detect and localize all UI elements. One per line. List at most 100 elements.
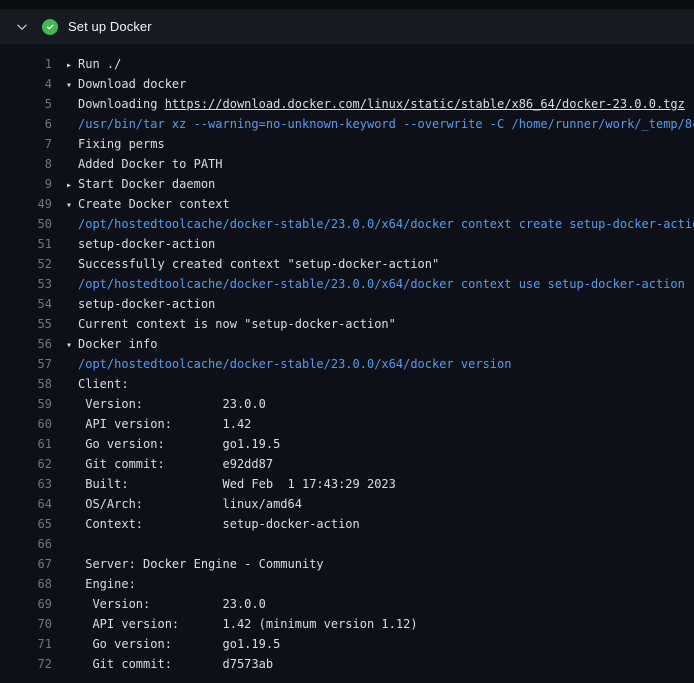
group-collapse-icon[interactable]: ▾ — [66, 336, 78, 354]
line-number[interactable]: 66 — [0, 534, 52, 554]
line-number[interactable]: 4 — [0, 74, 52, 94]
log-text: setup-docker-action — [66, 234, 694, 254]
log-line: 52 Successfully created context "setup-do… — [0, 254, 694, 274]
line-number[interactable]: 8 — [0, 154, 52, 174]
line-number[interactable]: 5 — [0, 94, 52, 114]
line-number[interactable]: 52 — [0, 254, 52, 274]
line-number[interactable]: 55 — [0, 314, 52, 334]
log-line: 55 Current context is now "setup-docker-a… — [0, 314, 694, 334]
log-text — [66, 534, 694, 554]
log-line: 66 — [0, 534, 694, 554]
log-line: 60 API version: 1.42 — [0, 414, 694, 434]
line-number[interactable]: 59 — [0, 394, 52, 414]
log-text: OS/Arch: linux/amd64 — [66, 494, 694, 514]
log-line: 65 Context: setup-docker-action — [0, 514, 694, 534]
group-collapse-icon[interactable]: ▾ — [66, 196, 78, 214]
log-text: Fixing perms — [66, 134, 694, 154]
line-number[interactable]: 51 — [0, 234, 52, 254]
log-text: Added Docker to PATH — [66, 154, 694, 174]
log-group-title[interactable]: Download docker — [78, 77, 186, 91]
line-number[interactable]: 71 — [0, 634, 52, 654]
log-line: 4 ▾Download docker — [0, 74, 694, 94]
log-line: 6/usr/bin/tar xz --warning=no-unknown-ke… — [0, 114, 694, 134]
line-number[interactable]: 68 — [0, 574, 52, 594]
success-check-icon — [42, 19, 58, 35]
log-line: 51 setup-docker-action — [0, 234, 694, 254]
log-line: 70 API version: 1.42 (minimum version 1.… — [0, 614, 694, 634]
log-line: 68 Engine: — [0, 574, 694, 594]
log-line: 56 ▾Docker info — [0, 334, 694, 354]
log-group-line: ▾Docker info — [66, 334, 694, 354]
line-number[interactable]: 70 — [0, 614, 52, 634]
log-group-line: ▸Start Docker daemon — [66, 174, 694, 194]
log-line: 54 setup-docker-action — [0, 294, 694, 314]
log-text: Git commit: d7573ab — [66, 654, 694, 674]
line-number[interactable]: 72 — [0, 654, 52, 674]
log-line: 61 Go version: go1.19.5 — [0, 434, 694, 454]
page-top-gap — [0, 0, 694, 9]
line-number[interactable]: 6 — [0, 114, 52, 134]
log-line: 53/opt/hostedtoolcache/docker-stable/23.… — [0, 274, 694, 294]
line-number[interactable]: 67 — [0, 554, 52, 574]
log-line: 67 Server: Docker Engine - Community — [0, 554, 694, 574]
step-header[interactable]: Set up Docker — [0, 9, 694, 44]
log-line: 72 Git commit: d7573ab — [0, 654, 694, 674]
chevron-down-icon[interactable] — [16, 21, 28, 33]
log-line: 64 OS/Arch: linux/amd64 — [0, 494, 694, 514]
log-url-link[interactable]: https://download.docker.com/linux/static… — [165, 97, 685, 111]
log-text: Built: Wed Feb 1 17:43:29 2023 — [66, 474, 694, 494]
line-number[interactable]: 53 — [0, 274, 52, 294]
log-line: 57/opt/hostedtoolcache/docker-stable/23.… — [0, 354, 694, 374]
log-link-line: Downloading https://download.docker.com/… — [66, 94, 694, 114]
log-group-title[interactable]: Docker info — [78, 337, 157, 351]
log-group-line: ▾Download docker — [66, 74, 694, 94]
log-group-title[interactable]: Start Docker daemon — [78, 177, 215, 191]
line-number[interactable]: 49 — [0, 194, 52, 214]
log-text: Go version: go1.19.5 — [66, 434, 694, 454]
log-text: Current context is now "setup-docker-act… — [66, 314, 694, 334]
line-number[interactable]: 57 — [0, 354, 52, 374]
log-text: Git commit: e92dd87 — [66, 454, 694, 474]
line-number[interactable]: 64 — [0, 494, 52, 514]
step-title: Set up Docker — [68, 19, 152, 34]
log-text: Downloading — [78, 97, 165, 111]
log-command-text: /opt/hostedtoolcache/docker-stable/23.0.… — [66, 354, 694, 374]
log-group-title[interactable]: Run ./ — [78, 57, 121, 71]
group-expand-icon[interactable]: ▸ — [66, 56, 78, 74]
group-collapse-icon[interactable]: ▾ — [66, 76, 78, 94]
log-line: 5 Downloading https://download.docker.com… — [0, 94, 694, 114]
line-number[interactable]: 56 — [0, 334, 52, 354]
log-line: 7 Fixing perms — [0, 134, 694, 154]
log-text: setup-docker-action — [66, 294, 694, 314]
log-text: Server: Docker Engine - Community — [66, 554, 694, 574]
line-number[interactable]: 63 — [0, 474, 52, 494]
log-text: Context: setup-docker-action — [66, 514, 694, 534]
log-line: 9 ▸Start Docker daemon — [0, 174, 694, 194]
log-line: 49 ▾Create Docker context — [0, 194, 694, 214]
line-number[interactable]: 61 — [0, 434, 52, 454]
line-number[interactable]: 62 — [0, 454, 52, 474]
log-line: 62 Git commit: e92dd87 — [0, 454, 694, 474]
log-group-line: ▸Run ./ — [66, 54, 694, 74]
line-number[interactable]: 7 — [0, 134, 52, 154]
line-number[interactable]: 1 — [0, 54, 52, 74]
log-group-line: ▾Create Docker context — [66, 194, 694, 214]
line-number[interactable]: 65 — [0, 514, 52, 534]
line-number[interactable]: 69 — [0, 594, 52, 614]
log-line: 59 Version: 23.0.0 — [0, 394, 694, 414]
line-number[interactable]: 50 — [0, 214, 52, 234]
log-line: 1 ▸Run ./ — [0, 54, 694, 74]
line-number[interactable]: 54 — [0, 294, 52, 314]
line-number[interactable]: 60 — [0, 414, 52, 434]
log-line: 63 Built: Wed Feb 1 17:43:29 2023 — [0, 474, 694, 494]
log-line: 71 Go version: go1.19.5 — [0, 634, 694, 654]
log-text: Successfully created context "setup-dock… — [66, 254, 694, 274]
line-number[interactable]: 58 — [0, 374, 52, 394]
log-text: Engine: — [66, 574, 694, 594]
log-area: 1▸Run ./4▾Download docker5Downloading ht… — [0, 44, 694, 674]
log-text: API version: 1.42 (minimum version 1.12) — [66, 614, 694, 634]
log-text: API version: 1.42 — [66, 414, 694, 434]
line-number[interactable]: 9 — [0, 174, 52, 194]
log-group-title[interactable]: Create Docker context — [78, 197, 230, 211]
group-expand-icon[interactable]: ▸ — [66, 176, 78, 194]
